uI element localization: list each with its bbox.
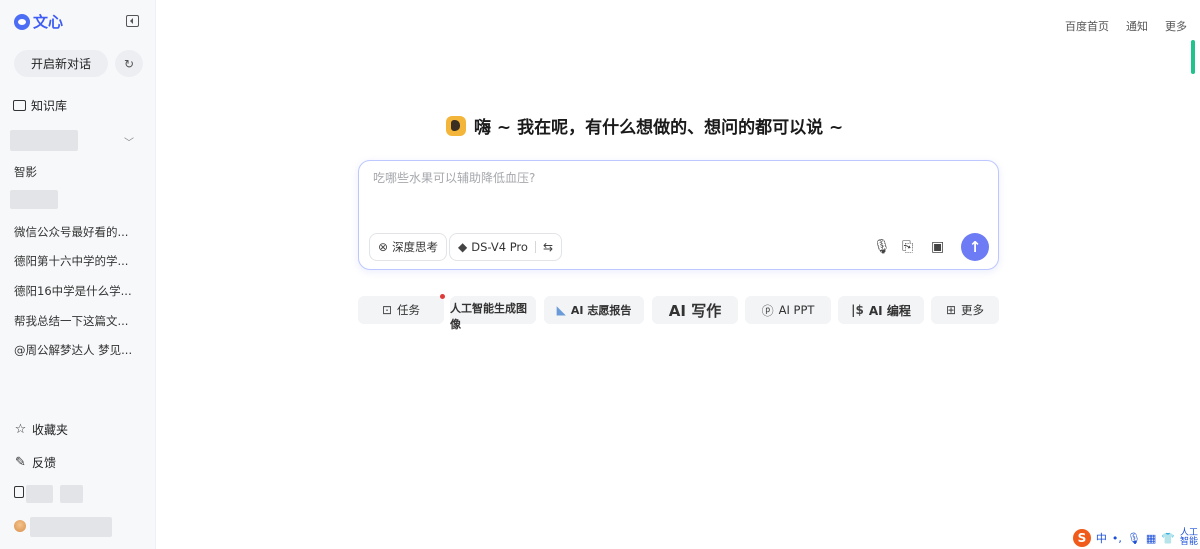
quick-action-label: AI 写作 [668,301,722,320]
quick-action-ai-report[interactable]: ◣ AI 志愿报告 [544,296,644,324]
divider [534,241,536,253]
quick-action-label: AI 编程 [868,303,911,318]
waving-hand-icon [446,115,466,136]
report-icon: ◣ [556,303,566,317]
quick-action-label: 更多 [961,303,985,317]
coding-icon: |$ [851,303,864,317]
ime-keyboard-icon[interactable]: ▦ [1146,532,1156,545]
switch-icon[interactable]: ⇆ [543,240,553,254]
history-item[interactable]: @周公解梦达人 梦见... [14,342,132,358]
redacted-block [30,517,112,537]
redacted-block [26,485,53,503]
quick-action-label: 人工智能生成图像 [450,302,527,331]
more-link[interactable]: 更多 [1165,18,1187,34]
new-chat-button[interactable]: 开启新对话 [14,50,108,77]
ime-punct[interactable]: •, [1112,532,1122,545]
greeting: 嗨 ~ 我在呢，有什么想做的、想问的都可以说 ~ [446,113,843,138]
deepseek-icon: ◆ [458,240,468,254]
chat-input-box: ⊗ 深度思考 ◆ DS-V4 Pro ⇆ 🎙 ⎘ ▣ ↑ [358,160,999,270]
quick-action-more[interactable]: ⊞ 更多 [931,296,999,324]
quick-action-ai-image[interactable]: 人工智能生成图像 [450,296,536,331]
history-item[interactable]: 帮我总结一下这篇文... [14,313,128,329]
quick-action-label: AI PPT [778,303,815,317]
scroll-indicator[interactable] [1191,40,1195,74]
baidu-home-link[interactable]: 百度首页 [1065,18,1109,34]
ime-ai-label[interactable]: 人工 智能 [1180,529,1198,547]
logo-text: 文心 [33,13,64,31]
attachment-icon[interactable]: ⎘ [902,239,913,255]
quick-action-ai-ppt[interactable]: ⓟ AI PPT [745,296,831,324]
favorites-item[interactable]: ☆ 收藏夹 [14,421,68,438]
folder-icon [13,100,26,111]
app: 文心 开启新对话 ↻ 知识库 ﹀ 智影 微信公众号最好看的... 德阳第十六中学… [0,0,1200,549]
grid-plus-icon: ⊞ [945,303,957,317]
feedback-icon: ✎ [15,455,26,470]
notification-dot [440,294,445,299]
ime-skin-icon[interactable]: 👕 [1161,532,1175,545]
top-nav: 百度首页 通知 更多 [1065,18,1187,34]
collapse-sidebar-icon[interactable] [126,15,139,27]
ime-mic-icon[interactable]: 🎙 [1127,532,1141,545]
quick-action-task[interactable]: ⊡ 任务 [358,296,444,324]
model-label: DS-V4 Pro [471,240,528,254]
logo[interactable]: 文心 [14,11,63,32]
chevron-down-icon[interactable]: ﹀ [124,134,134,149]
knowledge-base-label: 知识库 [31,99,68,113]
sogou-ime-icon[interactable]: S [1072,529,1091,547]
chat-input[interactable] [373,171,973,185]
history-item[interactable]: 微信公众号最好看的... [14,224,128,240]
greeting-text: 嗨 ~ 我在呢，有什么想做的、想问的都可以说 ~ [474,118,844,138]
sidebar: 文心 开启新对话 ↻ 知识库 ﹀ 智影 微信公众号最好看的... 德阳第十六中学… [0,0,156,549]
redacted-block [10,190,58,209]
ime-toolbar: S 中 •, 🎙 ▦ 👕 人工 智能 [1072,529,1198,547]
feedback-item[interactable]: ✎ 反馈 [14,454,56,471]
monitor-icon[interactable] [14,486,24,498]
microphone-icon[interactable]: 🎙 [873,239,891,255]
redacted-block [60,485,83,503]
quick-action-ai-writing[interactable]: AI 写作 [652,296,738,324]
favorites-label: 收藏夹 [32,423,69,437]
history-item[interactable]: 德阳第十六中学的学... [14,253,128,269]
deep-think-button[interactable]: ⊗ 深度思考 [369,233,448,261]
redacted-block [10,130,78,151]
refresh-icon[interactable]: ↻ [115,50,143,77]
task-icon: ⊡ [381,303,393,317]
ppt-icon: ⓟ [761,303,774,318]
avatar[interactable] [14,520,26,532]
ime-ai-line2: 智能 [1179,537,1198,547]
deep-think-label: 深度思考 [392,240,439,254]
model-selector[interactable]: ◆ DS-V4 Pro ⇆ [449,233,563,261]
deep-think-icon: ⊗ [378,240,389,254]
notify-link[interactable]: 通知 [1126,18,1148,34]
send-button[interactable]: ↑ [961,233,989,261]
history-item[interactable]: 德阳16中学是什么学... [14,283,132,299]
quick-action-ai-coding[interactable]: |$ AI 编程 [838,296,924,324]
quick-action-label: 任务 [397,303,421,317]
history-item[interactable]: 智影 [14,164,37,180]
feedback-label: 反馈 [32,456,57,470]
ime-mode[interactable]: 中 [1096,530,1107,546]
knowledge-base-item[interactable]: 知识库 [13,97,67,114]
quick-action-label: AI 志愿报告 [570,304,632,317]
wenxin-logo-icon [14,13,30,30]
image-icon[interactable]: ▣ [931,239,944,255]
star-icon: ☆ [14,422,27,437]
